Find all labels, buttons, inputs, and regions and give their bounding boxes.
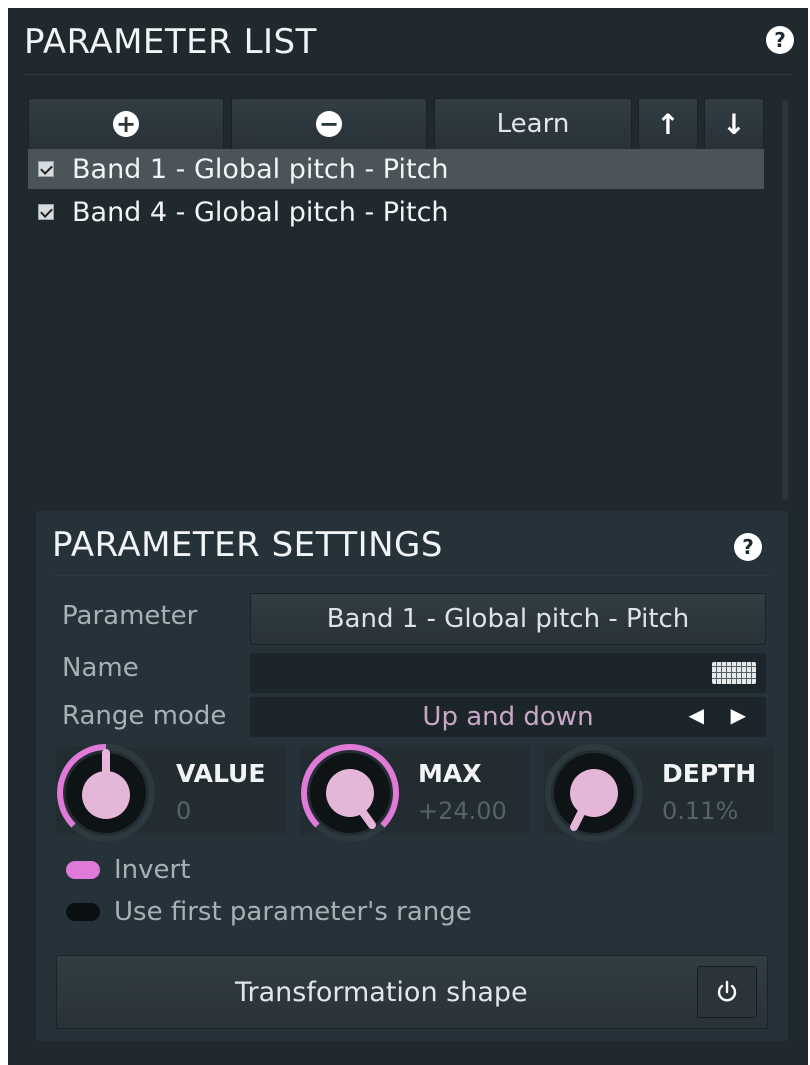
move-down-button[interactable]: ↓ bbox=[704, 98, 764, 150]
list-item[interactable]: Band 1 - Global pitch - Pitch bbox=[28, 149, 764, 189]
checkbox-icon[interactable] bbox=[38, 161, 54, 177]
power-button[interactable] bbox=[697, 966, 757, 1018]
help-icon[interactable]: ? bbox=[766, 26, 794, 54]
triangle-right-icon[interactable]: ▶ bbox=[731, 703, 746, 727]
transformation-shape-button[interactable]: Transformation shape bbox=[56, 955, 768, 1029]
depth-knob-title: DEPTH bbox=[662, 759, 757, 788]
help-icon[interactable]: ? bbox=[734, 533, 762, 561]
transformation-shape-label: Transformation shape bbox=[235, 976, 528, 1008]
name-label: Name bbox=[62, 653, 139, 683]
move-up-button[interactable]: ↑ bbox=[638, 98, 698, 150]
arrow-up-icon: ↑ bbox=[656, 107, 680, 141]
power-icon bbox=[717, 980, 737, 1002]
list-item-label: Band 1 - Global pitch - Pitch bbox=[72, 153, 449, 185]
max-knob[interactable] bbox=[300, 743, 400, 843]
keyboard-icon[interactable] bbox=[712, 662, 756, 684]
name-field[interactable] bbox=[250, 653, 766, 693]
value-knob-readout[interactable]: 0 bbox=[176, 797, 191, 825]
title-divider bbox=[24, 74, 792, 75]
learn-button[interactable]: Learn bbox=[434, 98, 632, 150]
parameter-settings-panel: PARAMETER SETTINGS ? Parameter Band 1 - … bbox=[36, 511, 788, 1041]
max-knob-title: MAX bbox=[418, 759, 482, 788]
use-first-range-toggle-row[interactable]: Use first parameter's range bbox=[66, 897, 472, 927]
title-divider bbox=[52, 575, 772, 576]
depth-knob[interactable] bbox=[544, 743, 644, 843]
list-scrollbar[interactable] bbox=[782, 100, 788, 500]
use-first-range-label: Use first parameter's range bbox=[114, 897, 472, 927]
max-knob-group: MAX +24.00 bbox=[300, 744, 530, 842]
invert-label: Invert bbox=[114, 855, 191, 885]
panel-title: PARAMETER LIST bbox=[24, 22, 317, 62]
add-parameter-button[interactable]: + bbox=[28, 98, 224, 150]
invert-toggle-row[interactable]: Invert bbox=[66, 855, 190, 885]
use-first-range-toggle[interactable] bbox=[66, 903, 100, 921]
value-knob-group: VALUE 0 bbox=[56, 744, 286, 842]
value-knob-title: VALUE bbox=[176, 759, 266, 788]
parameter-list-panel: PARAMETER LIST ? + − Learn ↑ ↓ Band 1 - … bbox=[8, 8, 808, 1065]
list-item[interactable]: Band 4 - Global pitch - Pitch bbox=[28, 192, 764, 232]
value-knob[interactable] bbox=[56, 743, 156, 843]
checkbox-icon[interactable] bbox=[38, 204, 54, 220]
minus-circle-icon: − bbox=[316, 111, 342, 137]
range-mode-label: Range mode bbox=[62, 701, 227, 731]
list-item-label: Band 4 - Global pitch - Pitch bbox=[72, 196, 449, 228]
remove-parameter-button[interactable]: − bbox=[231, 98, 427, 150]
panel-title: PARAMETER SETTINGS bbox=[52, 525, 443, 565]
depth-knob-readout[interactable]: 0.11% bbox=[662, 797, 738, 825]
max-knob-readout[interactable]: +24.00 bbox=[418, 797, 507, 825]
plus-circle-icon: + bbox=[113, 111, 139, 137]
invert-toggle[interactable] bbox=[66, 861, 100, 879]
range-mode-selector[interactable]: Up and down ◀ ▶ bbox=[250, 697, 766, 737]
triangle-left-icon[interactable]: ◀ bbox=[689, 703, 704, 727]
depth-knob-group: DEPTH 0.11% bbox=[544, 744, 774, 842]
arrow-down-icon: ↓ bbox=[722, 107, 746, 141]
parameter-label: Parameter bbox=[62, 601, 198, 631]
range-mode-value: Up and down bbox=[422, 702, 594, 732]
parameter-selector[interactable]: Band 1 - Global pitch - Pitch bbox=[250, 593, 766, 645]
